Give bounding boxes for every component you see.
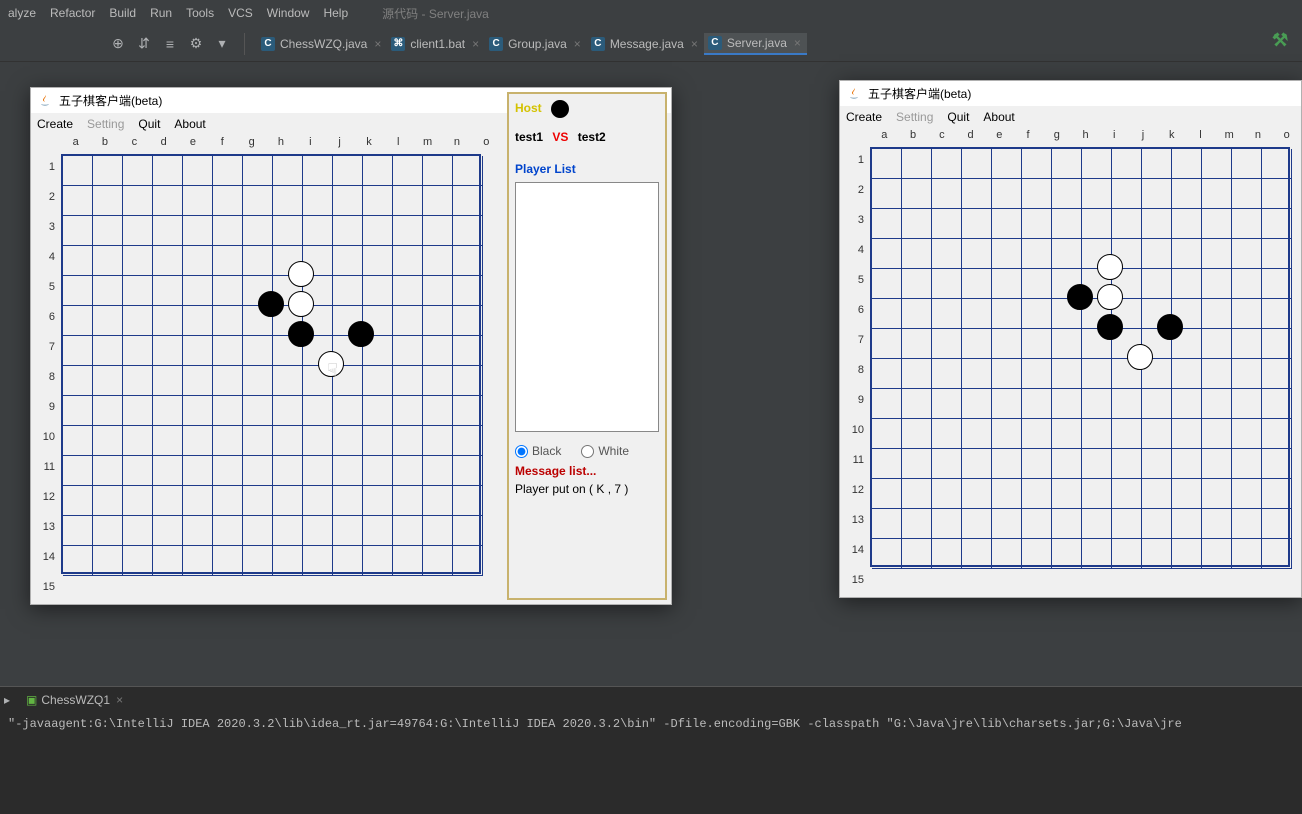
stone-black — [258, 291, 284, 317]
tab-label: client1.bat — [410, 37, 465, 51]
menu-window[interactable]: Window — [267, 6, 310, 20]
gomoku-client-window-2[interactable]: 五子棋客户端(beta) Create Setting Quit About a… — [839, 80, 1302, 598]
run-tab-label: ChessWZQ1 — [41, 693, 110, 707]
gomoku-client-window-1[interactable]: 五子棋客户端(beta) — ☐ ✕ Create Setting Quit A… — [30, 87, 672, 605]
player1-name: test1 — [515, 130, 543, 144]
stone-white — [288, 261, 314, 287]
stone-white — [1097, 254, 1123, 280]
stone-white — [318, 351, 344, 377]
player2-name: test2 — [578, 130, 606, 144]
tab-label: Server.java — [727, 36, 787, 50]
run-config-icon: ▣ — [26, 693, 37, 707]
run-tool-window: ▸ ▣ ChessWZQ1 × "-javaagent:G:\IntelliJ … — [0, 686, 1302, 814]
stone-black — [1157, 314, 1183, 340]
menu-about[interactable]: About — [983, 110, 1014, 124]
ide-title: 源代码 - Server.java — [382, 5, 489, 22]
stone-black — [1097, 314, 1123, 340]
vs-label: VS — [552, 130, 568, 144]
java-icon — [37, 93, 53, 109]
file-icon: C — [591, 37, 605, 51]
board-grid[interactable] — [61, 154, 481, 574]
file-icon: C — [489, 37, 503, 51]
stone-white — [1127, 344, 1153, 370]
editor-tab[interactable]: C Group.java × — [485, 33, 587, 55]
console-output[interactable]: "-javaagent:G:\IntelliJ IDEA 2020.3.2\li… — [0, 713, 1302, 731]
side-panel: Host test1 VS test2 Player List Black Wh… — [507, 92, 667, 600]
gear-icon[interactable]: ⚙ — [186, 34, 206, 54]
col-labels: abcdefghijklmno — [870, 129, 1301, 145]
editor-tab[interactable]: C ChessWZQ.java × — [257, 33, 387, 55]
editor-tab[interactable]: C Message.java × — [587, 33, 704, 55]
menu-quit[interactable]: Quit — [947, 110, 969, 124]
collapse-all-icon[interactable]: ≡ — [160, 34, 180, 54]
menu-tools[interactable]: Tools — [186, 6, 214, 20]
titlebar[interactable]: 五子棋客户端(beta) — [840, 81, 1301, 106]
window-title: 五子棋客户端(beta) — [868, 85, 971, 102]
menu-refactor[interactable]: Refactor — [50, 6, 95, 20]
expand-all-icon[interactable]: ⇵ — [134, 34, 154, 54]
menu-about[interactable]: About — [174, 117, 205, 131]
stone-black — [288, 321, 314, 347]
close-icon[interactable]: × — [374, 37, 381, 51]
tab-label: ChessWZQ.java — [280, 37, 367, 51]
player-list-label: Player List — [515, 162, 659, 176]
build-hammer-icon[interactable]: ⚒ — [1272, 30, 1290, 48]
player-list-box[interactable] — [515, 182, 659, 432]
editor-tab[interactable]: C Server.java × — [704, 33, 807, 55]
menu-analyze[interactable]: alyze — [8, 6, 36, 20]
java-icon — [846, 86, 862, 102]
stone-black — [1067, 284, 1093, 310]
stone-white — [288, 291, 314, 317]
ide-menubar: alyze Refactor Build Run Tools VCS Windo… — [0, 0, 1302, 26]
menu-run[interactable]: Run — [150, 6, 172, 20]
stone-black — [348, 321, 374, 347]
crosshair-icon[interactable]: ⊕ — [108, 34, 128, 54]
stone-white — [1097, 284, 1123, 310]
ide-toolbar: ⊕ ⇵ ≡ ⚙ ▾ CChessWZQ.java×⌘client1.bat×CG… — [0, 26, 1302, 62]
menu-setting[interactable]: Setting — [896, 110, 933, 124]
board-container: abcdefghijklmno 123456789101112131415 ☟ — [37, 136, 501, 598]
message-list-label: Message list... — [515, 464, 659, 478]
menu-vcs[interactable]: VCS — [228, 6, 253, 20]
dropdown-icon[interactable]: ▾ — [212, 34, 232, 54]
board-grid[interactable] — [870, 147, 1290, 567]
row-labels: 123456789101112131415 — [846, 145, 868, 595]
close-icon[interactable]: × — [794, 36, 801, 50]
close-icon[interactable]: × — [691, 37, 698, 51]
file-icon: C — [261, 37, 275, 51]
close-icon[interactable]: × — [472, 37, 479, 51]
menu-create[interactable]: Create — [846, 110, 882, 124]
menu-setting[interactable]: Setting — [87, 117, 124, 131]
board-container: abcdefghijklmno 123456789101112131415 — [846, 129, 1301, 591]
editor-tab[interactable]: ⌘ client1.bat × — [387, 33, 485, 55]
tab-label: Message.java — [610, 37, 684, 51]
row-labels: 123456789101112131415 — [37, 152, 59, 602]
run-tab[interactable]: ▣ ChessWZQ1 × — [18, 689, 131, 711]
close-icon[interactable]: × — [116, 693, 123, 707]
col-labels: abcdefghijklmno — [61, 136, 501, 152]
window-title: 五子棋客户端(beta) — [59, 92, 162, 109]
debug-arrow-icon[interactable]: ▸ — [4, 693, 10, 707]
menu-quit[interactable]: Quit — [138, 117, 160, 131]
radio-black[interactable]: Black — [515, 444, 561, 458]
file-icon: ⌘ — [391, 37, 405, 51]
host-label: Host — [515, 101, 542, 115]
radio-white[interactable]: White — [581, 444, 629, 458]
menu-build[interactable]: Build — [109, 6, 136, 20]
close-icon[interactable]: × — [574, 37, 581, 51]
host-stone-icon — [551, 100, 569, 118]
tab-label: Group.java — [508, 37, 567, 51]
menu-create[interactable]: Create — [37, 117, 73, 131]
message-text: Player put on ( K , 7 ) — [515, 482, 659, 496]
menu-help[interactable]: Help — [323, 6, 348, 20]
app-menubar: Create Setting Quit About — [840, 106, 1301, 128]
file-icon: C — [708, 36, 722, 50]
